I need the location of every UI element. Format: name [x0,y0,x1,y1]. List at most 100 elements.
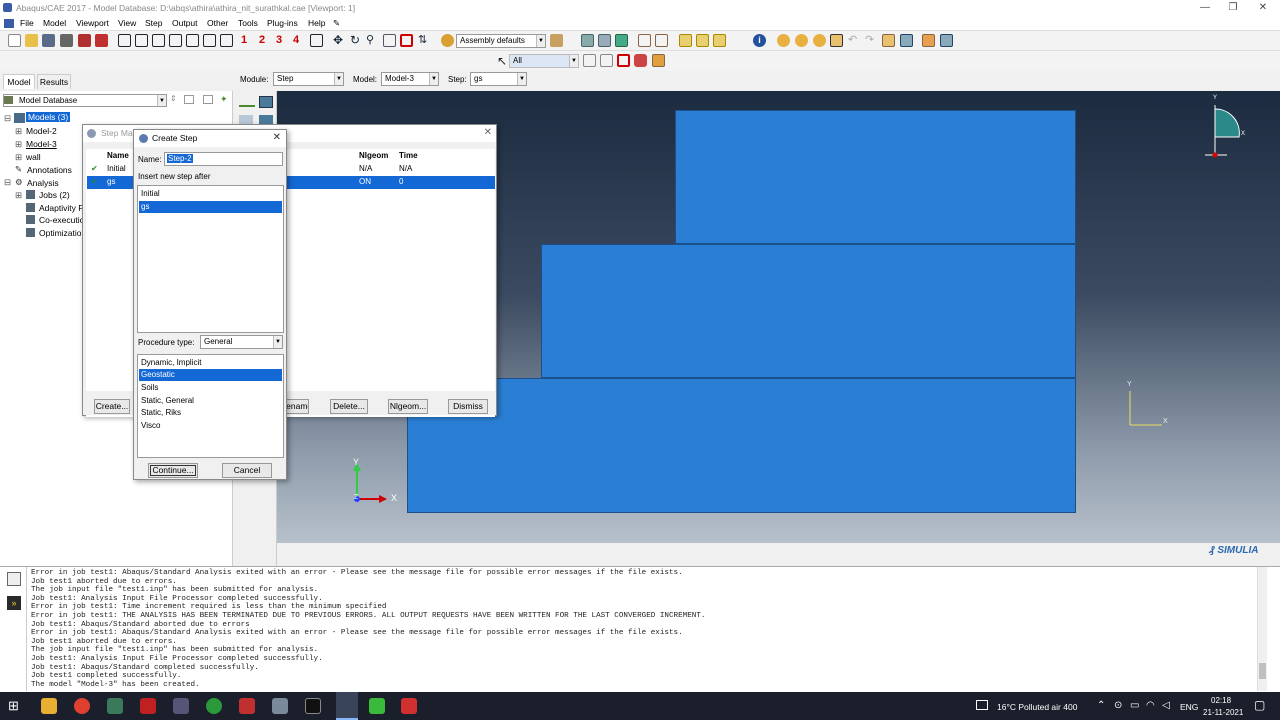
feature-display-icon[interactable] [713,34,726,47]
list-item[interactable]: Visco [139,420,282,432]
close-icon[interactable]: ✕ [484,127,492,138]
pan-icon[interactable]: ✥ [333,34,346,47]
expand-tree-icon[interactable] [184,95,194,104]
selection-arrow-icon[interactable] [830,34,843,47]
measure-icon[interactable] [795,34,808,47]
redo-icon[interactable]: ↷ [865,34,878,47]
print-icon[interactable] [60,34,73,47]
auto-fit-icon[interactable] [400,34,413,47]
volume-icon[interactable]: ◁ [1162,700,1170,711]
step-tool-icon[interactable] [239,97,255,107]
network-icon[interactable]: ⊙ [1114,700,1122,711]
dismiss-button[interactable]: Dismiss [448,399,488,414]
step-name-input[interactable]: Step-2 [164,152,283,166]
perspective-icon[interactable] [655,34,668,47]
app-icon-10[interactable] [369,698,385,714]
model-database-select[interactable]: Model Database ▼ [3,94,167,107]
list-item[interactable]: Soils [139,382,282,394]
minimize-button[interactable]: — [1190,0,1220,16]
save-icon[interactable] [42,34,55,47]
app-icon-5[interactable] [173,698,189,714]
viewport-3-button[interactable]: 3 [276,34,282,46]
wifi-icon[interactable]: ◠ [1146,700,1155,711]
menu-plugins[interactable]: Plug-ins [267,18,298,28]
datum-icon[interactable] [638,34,651,47]
undo-icon[interactable]: ↶ [848,34,861,47]
app-icon-7[interactable] [239,698,255,714]
query-icon[interactable] [777,34,790,47]
menu-step[interactable]: Step [145,18,163,28]
tray-chevron-icon[interactable]: ⌃ [1097,700,1105,711]
app-icon-3[interactable] [107,698,123,714]
zoom-icon[interactable]: ⚲ [366,34,379,47]
close-icon[interactable]: ✕ [273,132,281,143]
weather-text[interactable]: 16°C Polluted air 400 [997,702,1077,712]
tab-model[interactable]: Model [3,74,35,89]
list-item[interactable]: Initial [139,188,282,200]
clock-date[interactable]: 21-11-2021 [1203,708,1243,717]
chrome-icon[interactable] [74,698,90,714]
help-pointer-icon[interactable]: ✎ [333,18,340,29]
step-select[interactable]: gs ▼ [470,72,527,86]
filter-icon[interactable] [203,95,213,104]
render-hidden-icon[interactable] [598,34,611,47]
display-group-icon[interactable] [550,34,563,47]
menu-viewport[interactable]: Viewport [76,18,109,28]
tools-icon[interactable] [882,34,895,47]
view-left-icon[interactable] [186,34,199,47]
color-code-icon[interactable] [813,34,826,47]
tree-item-coexecution[interactable]: Co-executio [39,215,84,225]
list-item[interactable]: Geostatic [139,369,282,381]
step-manager-icon[interactable] [259,96,273,108]
create-step-button[interactable]: Create... [94,399,130,414]
continue-button[interactable]: Continue... [148,463,198,478]
tile-icon[interactable] [922,34,935,47]
model-block-bottom[interactable] [407,378,1076,513]
module-select[interactable]: Step ▼ [273,72,344,86]
info-icon[interactable]: i [753,34,766,47]
viewport-4-button[interactable]: 4 [293,34,299,46]
view-front-icon[interactable] [118,34,131,47]
kernel-command-icon[interactable]: » [7,596,21,610]
instance-display-icon[interactable] [696,34,709,47]
export-icon[interactable] [78,34,91,47]
new-file-icon[interactable] [8,34,21,47]
select-drag-icon[interactable] [634,54,647,67]
tab-results[interactable]: Results [37,74,71,89]
collapse-icon[interactable]: ⊟ [4,177,11,188]
battery-icon[interactable]: ▭ [1130,700,1139,711]
file-explorer-icon[interactable] [41,698,57,714]
scrollbar-thumb[interactable] [1259,663,1266,679]
windows-start-icon[interactable]: ⊞ [8,698,24,714]
menu-model[interactable]: Model [43,18,66,28]
selection-filter-select[interactable]: All ▼ [509,54,579,68]
procedure-type-select[interactable]: General ▼ [200,335,283,349]
bulb-icon[interactable]: ✦ [220,94,228,105]
menu-other[interactable]: Other [207,18,228,28]
open-folder-icon[interactable] [25,34,38,47]
render-wireframe-icon[interactable] [581,34,594,47]
box-zoom-icon[interactable] [383,34,396,47]
list-item[interactable]: Static, Riks [139,407,282,419]
part-display-icon[interactable] [679,34,692,47]
tree-item-model-2[interactable]: Model-2 [26,126,57,136]
maximize-button[interactable]: ❐ [1218,0,1248,16]
model-block-top[interactable] [675,110,1076,244]
expand-icon[interactable]: ⊞ [15,139,22,150]
select-options-icon[interactable] [652,54,665,67]
model-block-middle[interactable] [541,244,1076,378]
app-icon-8[interactable] [272,698,288,714]
render-shaded-icon[interactable] [615,34,628,47]
layout-icon[interactable] [900,34,913,47]
view-compass[interactable] [1205,97,1255,159]
select-icon[interactable] [583,54,596,67]
message-scrollbar[interactable] [1257,567,1267,691]
select-from-viewport-icon[interactable] [600,54,613,67]
collapse-icon[interactable]: ⊟ [4,113,11,124]
view-bottom-icon[interactable] [169,34,182,47]
menu-output[interactable]: Output [172,18,198,28]
menu-view[interactable]: View [118,18,136,28]
cycle-views-icon[interactable]: ⇅ [418,34,431,47]
menu-tools[interactable]: Tools [238,18,258,28]
tree-item-optimization[interactable]: Optimizatio [39,228,82,238]
